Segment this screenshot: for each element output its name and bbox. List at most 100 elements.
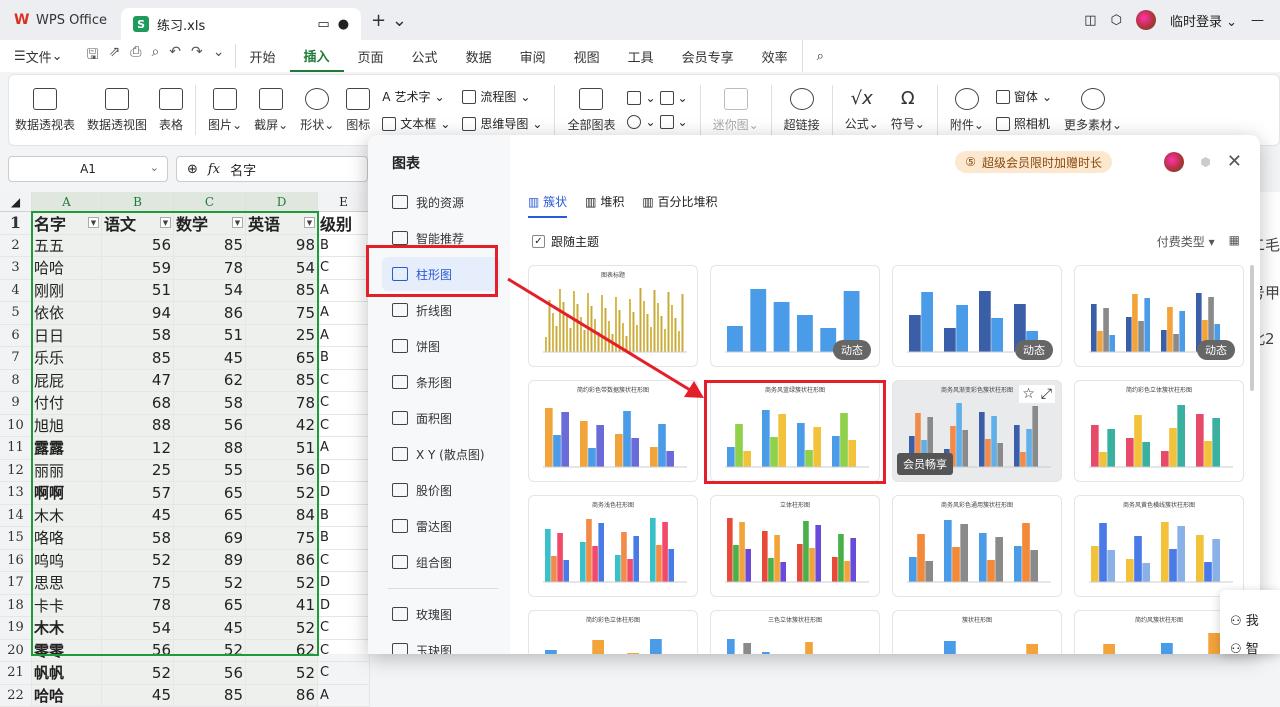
chart-template-card[interactable]: 商务风渐变彩色簇状柱形图会员畅享☆⤢ <box>892 380 1062 482</box>
row-header[interactable]: 5 <box>0 302 32 325</box>
cell[interactable]: 75 <box>102 572 174 595</box>
chart-template-card[interactable]: 商务浅色柱形图 <box>528 495 698 597</box>
cell[interactable]: 57 <box>102 482 174 505</box>
window-icon[interactable]: ▭ <box>317 17 329 32</box>
sidebar-item-radar-chart[interactable]: 雷达图 <box>382 509 500 543</box>
cell[interactable]: C <box>318 550 370 573</box>
chart-template-card[interactable]: 三色立体簇状柱形图 <box>710 610 880 654</box>
window-form-button[interactable]: 窗体⌄ <box>996 88 1052 105</box>
pie-chart-dropdown[interactable]: ⌄ ⌄ <box>627 115 687 129</box>
cell[interactable]: 65 <box>246 347 318 370</box>
cell[interactable]: B <box>318 527 370 550</box>
sidebar-item-line-chart[interactable]: 折线图 <box>382 293 500 327</box>
col-header-a[interactable]: A <box>32 192 102 211</box>
preview-icon[interactable]: ⌕ <box>151 44 159 68</box>
cell[interactable]: 89 <box>174 550 246 573</box>
chart-template-card[interactable]: 商务风彩色通用簇状柱形图 <box>892 495 1062 597</box>
all-charts-button[interactable]: 全部图表 <box>561 78 621 142</box>
mindmap-button[interactable]: 思维导图⌄ <box>462 115 542 132</box>
sidebar-item-pie-chart[interactable]: 饼图 <box>382 329 500 363</box>
col-header-d[interactable]: D <box>246 192 318 211</box>
name-box[interactable]: A1⌄ <box>8 156 168 182</box>
row-header[interactable]: 22 <box>0 685 32 707</box>
cell[interactable]: A <box>318 685 370 707</box>
login-button[interactable]: 临时登录 ⌄ <box>1170 11 1237 30</box>
cell[interactable]: 88 <box>174 437 246 460</box>
filter-icon[interactable]: ▼ <box>160 217 171 228</box>
col-header-e[interactable]: E <box>318 192 370 211</box>
cell[interactable]: 45 <box>174 617 246 640</box>
row-header[interactable]: 6 <box>0 325 32 348</box>
sidebar-item-donut-chart[interactable]: 玉玦图 <box>382 633 500 654</box>
row-header[interactable]: 12 <box>0 460 32 483</box>
shape-button[interactable]: 形状⌄ <box>294 78 340 142</box>
icon-button[interactable]: 图标 <box>340 78 376 142</box>
print-icon[interactable]: ⎙ <box>130 44 141 68</box>
cell[interactable]: 52 <box>102 662 174 685</box>
fx-icon[interactable]: fx <box>208 162 220 177</box>
row-header[interactable]: 9 <box>0 392 32 415</box>
row-header[interactable]: 13 <box>0 482 32 505</box>
cell[interactable]: 78 <box>246 392 318 415</box>
cell[interactable]: A <box>318 437 370 460</box>
cell[interactable]: D <box>318 482 370 505</box>
menu-review[interactable]: 审阅 <box>506 40 560 72</box>
screenshot-button[interactable]: 截屏⌄ <box>248 78 294 142</box>
cell[interactable]: 78 <box>102 595 174 618</box>
cell[interactable]: 45 <box>174 347 246 370</box>
cell[interactable]: A <box>318 280 370 303</box>
cell[interactable]: 12 <box>102 437 174 460</box>
row-header[interactable]: 17 <box>0 572 32 595</box>
cell[interactable]: A <box>318 325 370 348</box>
cell[interactable]: 41 <box>246 595 318 618</box>
row-header[interactable]: 1 <box>0 212 32 235</box>
export-icon[interactable]: ⇗ <box>109 44 121 68</box>
sidebar-item-stock-chart[interactable]: 股价图 <box>382 473 500 507</box>
avatar[interactable] <box>1136 10 1156 30</box>
pivot-table-button[interactable]: 数据透视表 <box>9 78 81 142</box>
row-header[interactable]: 19 <box>0 617 32 640</box>
cell[interactable]: C <box>318 415 370 438</box>
cell[interactable]: 56 <box>102 235 174 258</box>
cell[interactable]: C <box>318 640 370 663</box>
cell[interactable]: 56 <box>246 460 318 483</box>
menu-data[interactable]: 数据 <box>452 40 506 72</box>
filter-icon[interactable]: ▼ <box>88 217 99 228</box>
cell[interactable]: 56 <box>174 662 246 685</box>
cell[interactable]: 零零 <box>32 640 102 663</box>
cell[interactable]: 英语▼ <box>246 212 318 235</box>
cube-icon[interactable]: ⬡ <box>1111 13 1122 28</box>
search-icon[interactable]: ⌕ <box>802 40 838 72</box>
formula-button[interactable]: √x公式⌄ <box>839 78 885 142</box>
minimize-button[interactable]: — <box>1251 13 1264 28</box>
cell[interactable]: 75 <box>246 302 318 325</box>
menu-start[interactable]: 开始 <box>236 40 290 72</box>
cell[interactable]: 52 <box>246 617 318 640</box>
cell[interactable]: 75 <box>246 527 318 550</box>
cell[interactable]: 五五 <box>32 235 102 258</box>
cell[interactable]: 85 <box>246 370 318 393</box>
cell[interactable]: 51 <box>102 280 174 303</box>
sidebar-item-area-chart[interactable]: 面积图 <box>382 401 500 435</box>
layout-icon[interactable]: ◫ <box>1084 13 1096 28</box>
cell[interactable]: 51 <box>174 325 246 348</box>
cell[interactable]: 哈哈 <box>32 257 102 280</box>
cell[interactable]: 25 <box>246 325 318 348</box>
more-materials-button[interactable]: 更多素材⌄ <box>1058 78 1128 142</box>
row-header[interactable]: 10 <box>0 415 32 438</box>
row-header[interactable]: 4 <box>0 280 32 303</box>
cell[interactable]: 依依 <box>32 302 102 325</box>
cell[interactable]: D <box>318 460 370 483</box>
cell[interactable]: 52 <box>246 572 318 595</box>
formula-input[interactable]: ⊕ fx 名字 <box>176 156 368 182</box>
row-header[interactable]: 2 <box>0 235 32 258</box>
cell[interactable]: B <box>318 347 370 370</box>
row-header[interactable]: 8 <box>0 370 32 393</box>
cell[interactable]: C <box>318 370 370 393</box>
cell[interactable]: 88 <box>102 415 174 438</box>
document-tab[interactable]: S 练习.xls ▭ ● <box>121 8 361 40</box>
cell[interactable]: 56 <box>174 415 246 438</box>
camera-button[interactable]: 照相机 <box>996 115 1052 132</box>
save-icon[interactable]: 🖫 <box>87 44 99 68</box>
cell[interactable]: 帆帆 <box>32 662 102 685</box>
